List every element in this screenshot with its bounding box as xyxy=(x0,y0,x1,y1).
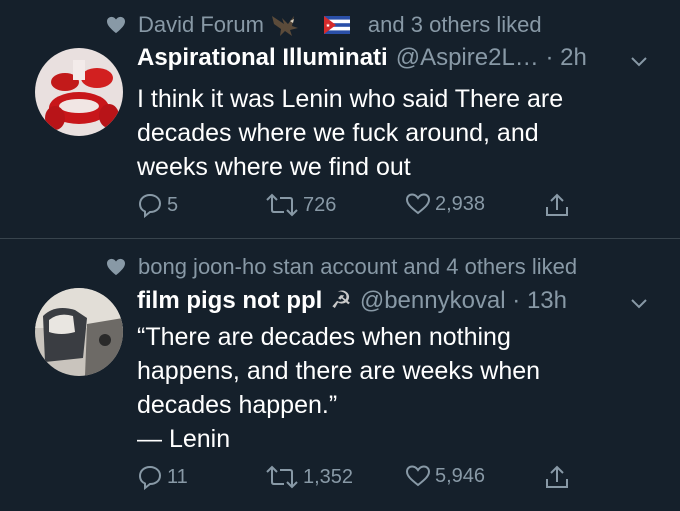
reply-icon xyxy=(138,193,162,218)
author-name[interactable]: Aspirational Illuminati xyxy=(137,44,388,72)
tweet-text-line: I think it was Lenin who said There are xyxy=(137,85,564,113)
tweet-text: “There are decades when nothing happens,… xyxy=(137,320,657,456)
eagle-emoji-icon xyxy=(270,12,312,38)
share-icon xyxy=(546,193,568,216)
tweet-header: Aspirational Illuminati @Aspire2L… · 2h xyxy=(137,44,620,72)
tweet-header: film pigs not ppl ☭ @bennykoval · 13h xyxy=(137,286,620,315)
share-button[interactable] xyxy=(545,464,573,490)
chevron-down-icon[interactable] xyxy=(630,298,648,310)
like-count: 5,946 xyxy=(435,464,486,487)
heart-icon xyxy=(107,258,125,276)
retweet-button[interactable]: 1,352 xyxy=(265,464,353,490)
tweet-text-line: happens, and there are weeks when xyxy=(137,357,541,385)
retweet-icon xyxy=(266,193,298,217)
tweet-text-line: “There are decades when nothing xyxy=(137,323,511,351)
social-context: David Forum and 3 others liked xyxy=(106,12,542,38)
retweet-count: 1,352 xyxy=(303,465,354,488)
social-context-text: David Forum xyxy=(138,12,264,37)
avatar[interactable] xyxy=(35,48,123,136)
heart-outline-icon xyxy=(405,193,431,215)
tweet-actions: 11 1,352 5,946 xyxy=(137,464,577,496)
reply-count: 11 xyxy=(167,465,188,488)
tweet-text: I think it was Lenin who said There are … xyxy=(137,82,657,184)
share-icon xyxy=(546,465,568,488)
tweet[interactable]: bong joon-ho stan account and 4 others l… xyxy=(0,238,680,511)
like-button[interactable]: 5,946 xyxy=(405,464,485,488)
handle-time[interactable]: @bennykoval · 13h xyxy=(360,287,567,315)
reply-button[interactable]: 5 xyxy=(137,192,178,218)
handle-time[interactable]: @Aspire2L… · 2h xyxy=(396,44,587,72)
tweet-text-line: weeks where we find out xyxy=(137,153,411,181)
chevron-down-icon[interactable] xyxy=(630,56,648,68)
heart-outline-icon xyxy=(405,465,431,487)
social-context-suffix: and 3 others liked xyxy=(367,12,542,37)
heart-icon xyxy=(107,16,125,34)
retweet-button[interactable]: 726 xyxy=(265,192,336,218)
reply-button[interactable]: 11 xyxy=(137,464,188,490)
author-name[interactable]: film pigs not ppl xyxy=(137,287,322,315)
cuba-flag-icon xyxy=(323,16,362,34)
tweet-actions: 5 726 2,938 xyxy=(137,192,577,224)
social-context-text: bong joon-ho stan account and 4 others l… xyxy=(138,254,578,279)
tweet-text-line: decades happen.” xyxy=(137,391,338,419)
hammer-sickle-icon: ☭ xyxy=(330,287,352,314)
tweet-text-line: decades where we fuck around, and xyxy=(137,119,539,147)
tweet-text-line: — Lenin xyxy=(137,425,231,453)
like-button[interactable]: 2,938 xyxy=(405,192,485,216)
retweet-count: 726 xyxy=(303,193,337,216)
social-context: bong joon-ho stan account and 4 others l… xyxy=(106,254,577,280)
reply-icon xyxy=(138,465,162,490)
avatar[interactable] xyxy=(35,288,123,376)
share-button[interactable] xyxy=(545,192,573,218)
reply-count: 5 xyxy=(167,193,179,216)
retweet-icon xyxy=(266,465,298,489)
tweet[interactable]: David Forum and 3 others liked Aspiratio… xyxy=(0,0,680,238)
like-count: 2,938 xyxy=(435,192,486,215)
